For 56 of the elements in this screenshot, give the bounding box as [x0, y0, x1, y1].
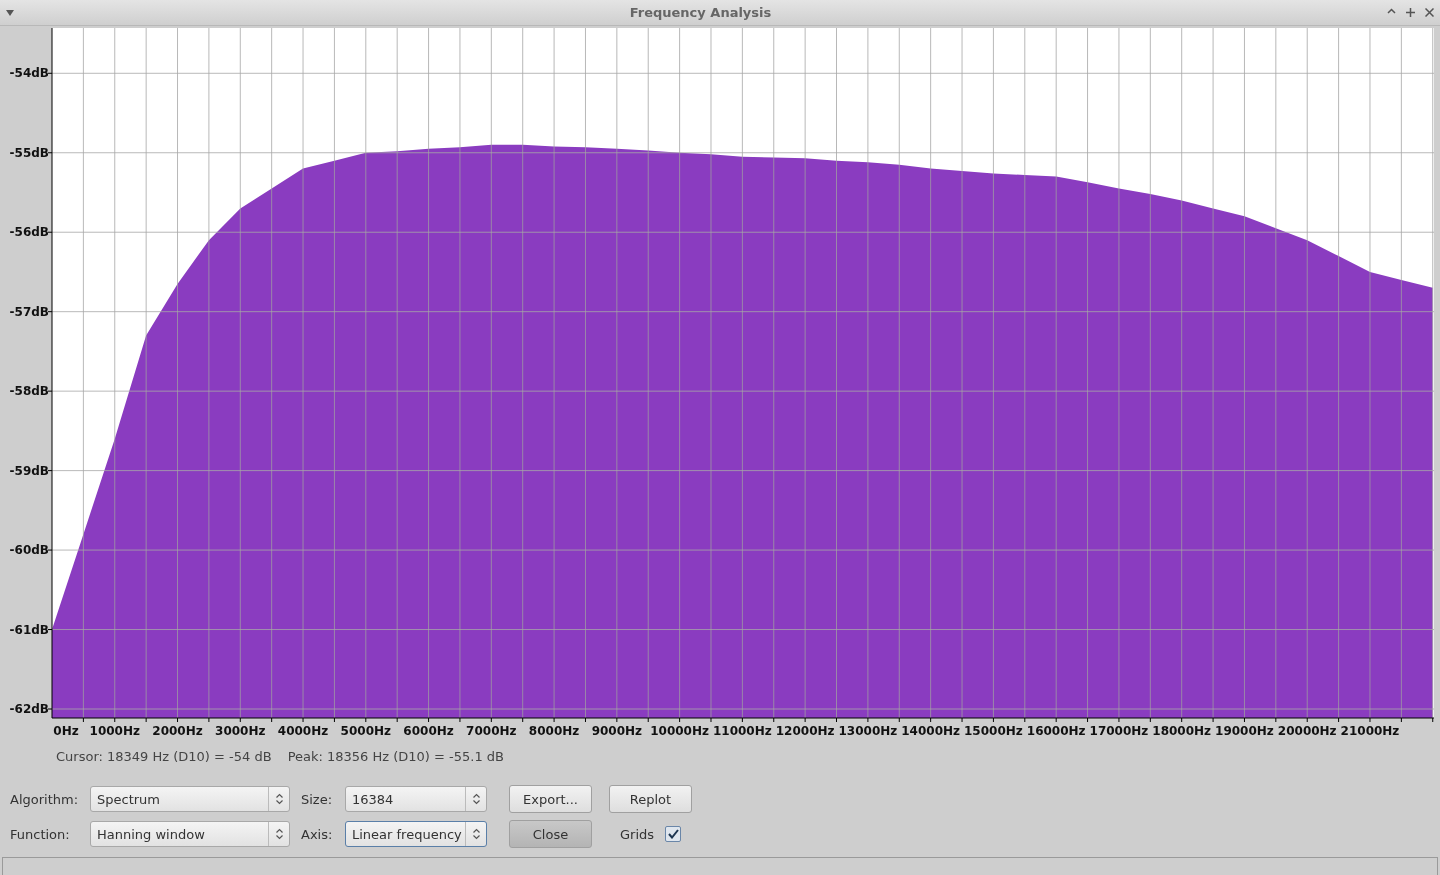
minimize-caret-icon[interactable] [1387, 8, 1396, 15]
axis-tick-label: 21000Hz [1340, 724, 1400, 739]
spinner-arrows-icon [275, 793, 283, 806]
axis-tick-label: -60dB [9, 543, 49, 558]
axis-tick-label: -61dB [9, 622, 49, 637]
axis-tick-label: 6000Hz [403, 724, 454, 739]
axis-tick-label: -56dB [9, 225, 49, 240]
axis-tick-label: 13000Hz [838, 724, 898, 739]
close-icon[interactable] [1425, 8, 1434, 18]
axis-tick-label: 17000Hz [1089, 724, 1149, 739]
axis-tick-label: 20000Hz [1277, 724, 1337, 739]
function-label: Function: [10, 826, 71, 842]
axis-tick-label: 14000Hz [901, 724, 961, 739]
axis-select[interactable]: Linear frequency [345, 821, 487, 848]
axis-tick-label: -62dB [9, 702, 49, 717]
spinner-arrows-icon [472, 828, 480, 841]
peak-readout: Peak: 18356 Hz (D10) = -55.1 dB [287, 749, 505, 767]
axis-tick-label: 5000Hz [340, 724, 391, 739]
axis-tick-label: -55dB [9, 146, 49, 161]
axis-tick-label: 0Hz [53, 724, 79, 739]
menu-caret-icon[interactable] [6, 9, 14, 16]
checkmark-icon [667, 829, 679, 840]
axis-tick-label: 1000Hz [89, 724, 140, 739]
axis-tick-label: 7000Hz [466, 724, 517, 739]
spinner-arrows-icon [275, 828, 283, 841]
axis-tick-label: 11000Hz [713, 724, 772, 739]
algorithm-label: Algorithm: [10, 791, 80, 807]
axis-label: Axis: [301, 826, 334, 842]
axis-tick-label: -59dB [9, 464, 49, 479]
axis-tick-label: -54dB [9, 66, 49, 81]
axis-tick-label: 3000Hz [215, 724, 266, 739]
axis-tick-label: 9000Hz [591, 724, 643, 739]
function-select[interactable]: Hanning window [90, 821, 290, 848]
axis-tick-label: 4000Hz [277, 724, 329, 739]
axis-tick-label: 12000Hz [775, 724, 835, 739]
axis-tick-label: 10000Hz [650, 724, 709, 739]
axis-tick-label: 8000Hz [528, 724, 580, 739]
axis-tick-label: 19000Hz [1215, 724, 1274, 739]
axis-tick-label: 18000Hz [1152, 724, 1212, 739]
axis-tick-label: 2000Hz [152, 724, 203, 739]
close-button[interactable]: Close [509, 820, 592, 849]
maximize-plus-icon[interactable] [1406, 8, 1415, 18]
axis-tick-label: -57dB [9, 305, 49, 320]
window-title: Frequency Analysis [629, 5, 772, 21]
export-button[interactable]: Export... [509, 785, 592, 814]
grids-label: Grids [620, 826, 653, 842]
axis-tick-label: -58dB [9, 384, 49, 399]
axis-tick-label: 15000Hz [964, 724, 1023, 739]
replot-button[interactable]: Replot [609, 785, 692, 814]
grids-checkbox[interactable] [665, 826, 681, 843]
cursor-readout: Cursor: 18349 Hz (D10) = -54 dB [56, 749, 272, 767]
size-select[interactable]: 16384 [345, 786, 487, 813]
size-label: Size: [301, 791, 334, 807]
axis-tick-label: 16000Hz [1026, 724, 1086, 739]
spinner-arrows-icon [472, 793, 480, 806]
algorithm-select[interactable]: Spectrum [90, 786, 290, 813]
